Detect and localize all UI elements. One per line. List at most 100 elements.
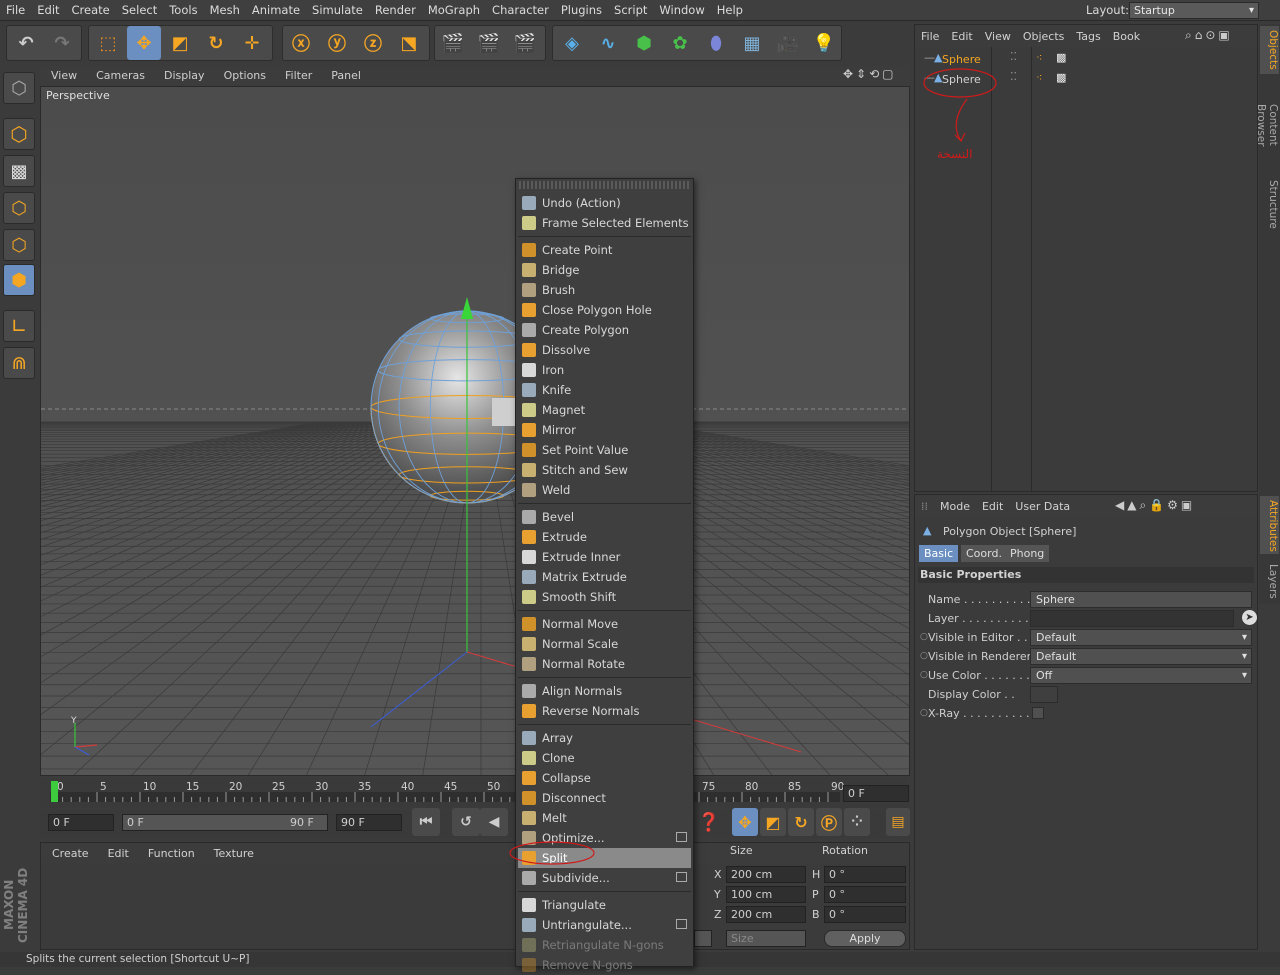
z-axis-lock-icon[interactable]: ⓩ [356, 26, 390, 60]
menu-item-brush[interactable]: Brush [518, 280, 691, 300]
texture-mode-icon[interactable]: ▩ [3, 155, 35, 187]
menu-item-subdivide[interactable]: Subdivide... [518, 868, 691, 888]
cube-object-icon[interactable]: ◈ [555, 26, 589, 60]
menu-animate[interactable]: Animate [246, 3, 306, 17]
playhead[interactable] [51, 781, 58, 802]
model-mode-icon[interactable]: ⬡ [3, 72, 35, 104]
menu-item-normal-rotate[interactable]: Normal Rotate [518, 654, 691, 674]
end-frame-field[interactable]: 90 F [336, 814, 402, 831]
tab-structure[interactable]: Structure [1260, 176, 1279, 232]
menu-item-array[interactable]: Array [518, 728, 691, 748]
menu-item-matrix-extrude[interactable]: Matrix Extrude [518, 567, 691, 587]
attribute-menu-user-data[interactable]: User Data [1009, 500, 1076, 513]
menu-item-clone[interactable]: Clone [518, 748, 691, 768]
key-param-icon[interactable]: Ⓟ [816, 808, 842, 836]
menu-item-bevel[interactable]: Bevel [518, 507, 691, 527]
timeline-ruler[interactable]: 0 5 10 15 20 25 30 35 40 45 50 75 80 85 90 0 F [40, 778, 910, 808]
menu-item-untriangulate[interactable]: Untriangulate... [518, 915, 691, 935]
render-settings-icon[interactable]: 🎬 [508, 26, 542, 60]
animate-dot-icon[interactable]: ○ [920, 632, 928, 642]
attribute-nav-icons[interactable]: ◀▲⌕🔒⚙▣ [1115, 498, 1195, 513]
menu-item-reverse-normals[interactable]: Reverse Normals [518, 701, 691, 721]
options-dialog-icon[interactable] [676, 872, 687, 882]
menu-item-extrude-inner[interactable]: Extrude Inner [518, 547, 691, 567]
menu-item-disconnect[interactable]: Disconnect [518, 788, 691, 808]
key-scale-icon[interactable]: ◩ [760, 808, 786, 836]
tab-layers[interactable]: Layers [1260, 560, 1279, 600]
menu-item-extrude[interactable]: Extrude [518, 527, 691, 547]
deformer-icon[interactable]: ⬮ [699, 26, 733, 60]
menu-item-knife[interactable]: Knife [518, 380, 691, 400]
menu-mograph[interactable]: MoGraph [422, 3, 486, 17]
menu-item-iron[interactable]: Iron [518, 360, 691, 380]
object-menu-tags[interactable]: Tags [1070, 30, 1106, 43]
current-frame-field[interactable]: 0 F [843, 785, 909, 802]
help-icon[interactable]: ❓ [696, 808, 722, 836]
menu-window[interactable]: Window [653, 3, 710, 17]
menu-item-normal-scale[interactable]: Normal Scale [518, 634, 691, 654]
render-view-icon[interactable]: 🎬 [436, 26, 470, 60]
menu-mesh[interactable]: Mesh [204, 3, 246, 17]
viewport-menu-display[interactable]: Display [153, 69, 213, 82]
texture-tag-icon[interactable]: ▩ [1056, 71, 1066, 84]
object-menu-file[interactable]: File [915, 30, 945, 43]
menu-character[interactable]: Character [486, 3, 555, 17]
material-menu-texture[interactable]: Texture [203, 847, 262, 860]
layer-pick-icon[interactable]: ➤ [1242, 610, 1257, 625]
spline-icon[interactable]: ∿ [591, 26, 625, 60]
visibility-dots-icon[interactable]: ⁚⁚ [1010, 50, 1017, 63]
viewport-nav-icons[interactable]: ✥⇕⟲▢ [843, 67, 897, 81]
coordinate-system-icon[interactable]: ⬔ [392, 26, 426, 60]
point-mode-icon[interactable]: ⬡ [3, 192, 35, 224]
visibility-dots-icon[interactable]: ⁚⁚ [1010, 70, 1017, 83]
menu-item-magnet[interactable]: Magnet [518, 400, 691, 420]
viewport-menu-panel[interactable]: Panel [320, 69, 369, 82]
tab-content-browser[interactable]: Content Browser [1255, 80, 1279, 170]
menu-item-collapse[interactable]: Collapse [518, 768, 691, 788]
property-value[interactable]: Sphere [1030, 591, 1252, 608]
material-menu-function[interactable]: Function [137, 847, 203, 860]
menu-item-normal-move[interactable]: Normal Move [518, 614, 691, 634]
live-selection-icon[interactable]: ⬚ [91, 26, 125, 60]
tab-objects[interactable]: Objects [1260, 26, 1279, 74]
edge-mode-icon[interactable]: ⬡ [3, 229, 35, 261]
axis-mode-icon[interactable]: ∟ [3, 310, 35, 342]
display-color-swatch[interactable] [1030, 686, 1058, 703]
move-tool-icon[interactable]: ✥ [127, 26, 161, 60]
property-value[interactable]: Default [1030, 629, 1252, 646]
light-icon[interactable]: 💡 [807, 26, 841, 60]
redo-icon[interactable]: ↷ [45, 26, 79, 60]
size-field[interactable]: 200 cm [726, 906, 806, 923]
tab-phong[interactable]: Phong [1005, 545, 1050, 562]
key-move-icon[interactable]: ✥ [732, 808, 758, 836]
viewport-menu-view[interactable]: View [40, 69, 85, 82]
menu-item-weld[interactable]: Weld [518, 480, 691, 500]
layout-select[interactable]: Startup [1129, 2, 1259, 19]
object-menu-objects[interactable]: Objects [1017, 30, 1071, 43]
apply-button[interactable]: Apply [824, 930, 906, 947]
recent-tool-icon[interactable]: ✛ [235, 26, 269, 60]
material-menu-edit[interactable]: Edit [97, 847, 137, 860]
size-mode-select[interactable]: Size [726, 930, 806, 947]
menu-plugins[interactable]: Plugins [555, 3, 608, 17]
menu-item-stitch-and-sew[interactable]: Stitch and Sew [518, 460, 691, 480]
mode-select[interactable] [694, 930, 712, 947]
menu-item-melt[interactable]: Melt [518, 808, 691, 828]
menu-create[interactable]: Create [66, 3, 116, 17]
xray-checkbox[interactable] [1032, 707, 1044, 719]
menu-item-create-point[interactable]: Create Point [518, 240, 691, 260]
tab-coord[interactable]: Coord. [961, 545, 1007, 562]
undo-icon[interactable]: ↶ [9, 26, 43, 60]
attribute-menu-edit[interactable]: Edit [976, 500, 1009, 513]
menu-script[interactable]: Script [608, 3, 653, 17]
x-axis-lock-icon[interactable]: ⓧ [284, 26, 318, 60]
perspective-viewport[interactable]: Y Perspective [40, 86, 910, 776]
object-menu-edit[interactable]: Edit [945, 30, 978, 43]
tab-attributes[interactable]: Attributes [1260, 496, 1279, 554]
attribute-menu-mode[interactable]: Mode [934, 500, 976, 513]
viewport-menu-options[interactable]: Options [213, 69, 274, 82]
y-axis-lock-icon[interactable]: ⓨ [320, 26, 354, 60]
menu-file[interactable]: File [0, 3, 31, 17]
scale-tool-icon[interactable]: ◩ [163, 26, 197, 60]
menu-tearoff-grip[interactable] [519, 181, 690, 189]
